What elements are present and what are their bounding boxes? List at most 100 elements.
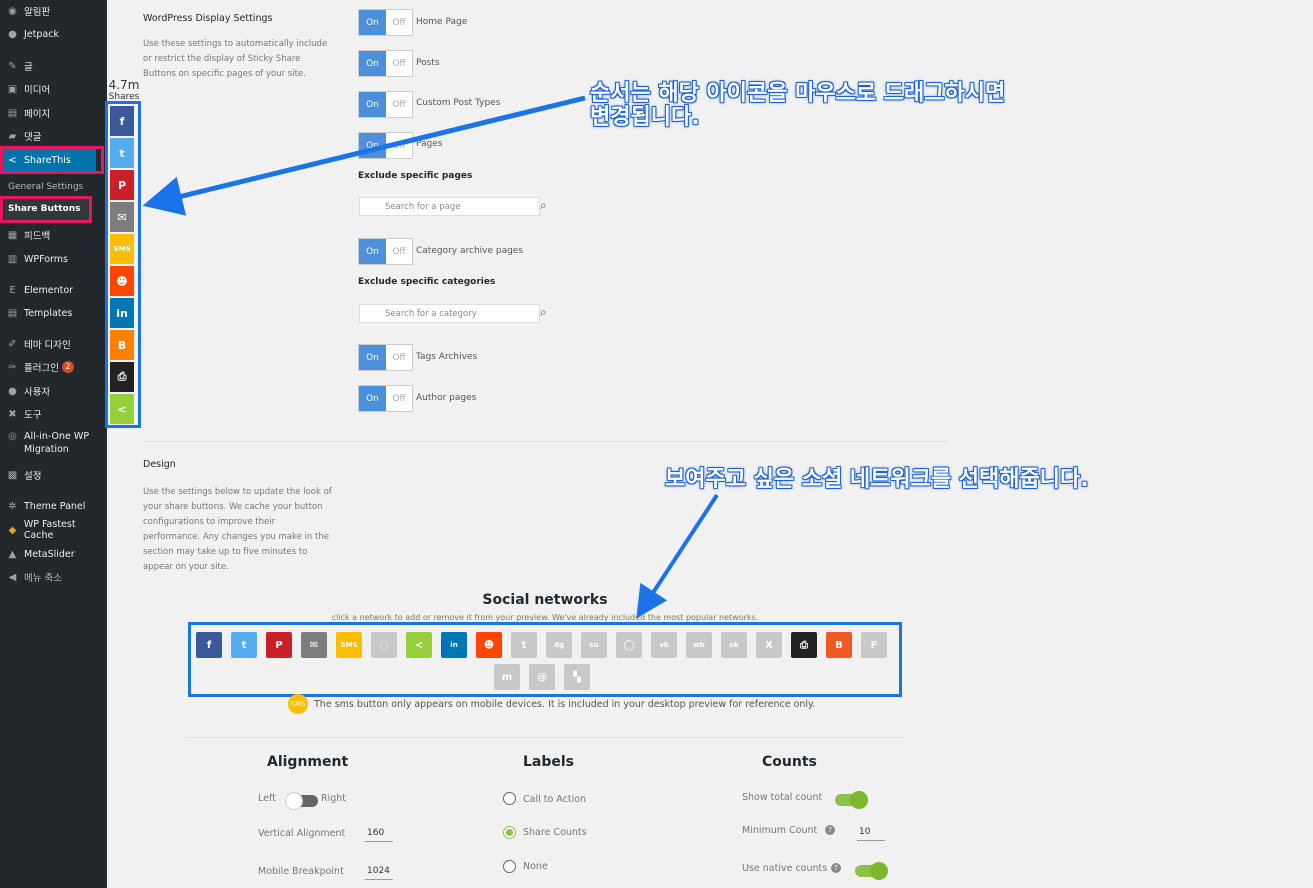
- network-stumbleupon-button[interactable]: su: [581, 632, 607, 658]
- collapse-menu-button[interactable]: ◀ 메뉴 축소: [0, 566, 107, 588]
- help-icon[interactable]: ?: [825, 825, 835, 835]
- sidebar-item-feedback[interactable]: ▦ 피드백: [0, 224, 107, 246]
- sidebar-item-tools[interactable]: ✖ 도구: [0, 403, 107, 425]
- toggle-author-pages[interactable]: On Off: [358, 385, 413, 412]
- label-none: None: [523, 861, 548, 872]
- sidebar-item-theme-panel[interactable]: ✲ Theme Panel: [0, 495, 107, 517]
- section-divider: [143, 441, 948, 442]
- radio-none[interactable]: [503, 860, 516, 873]
- network-linkedin-button[interactable]: in: [441, 632, 467, 658]
- network-sms-button[interactable]: SMS: [336, 632, 362, 658]
- sidebar-item-settings[interactable]: ▩ 설정: [0, 464, 107, 486]
- sidebar-item-migration[interactable]: ◎ All-in-One WP Migration: [0, 430, 107, 460]
- submenu-general-settings[interactable]: General Settings: [8, 182, 83, 192]
- network-blogger-button[interactable]: B: [826, 632, 852, 658]
- sidebar-item-plugins[interactable]: ✑ 플러그인 2: [0, 356, 107, 378]
- search-icon[interactable]: ⌕: [540, 305, 554, 319]
- network-digg-button[interactable]: dg: [546, 632, 572, 658]
- sidebar-item-wpforms[interactable]: ▥ WPForms: [0, 248, 107, 270]
- sidebar-item-label: MetaSlider: [24, 548, 75, 560]
- network-delicious-button[interactable]: ▚: [564, 664, 590, 690]
- show-total-count-switch[interactable]: [835, 791, 868, 809]
- toggle-pages[interactable]: On Off: [358, 132, 413, 159]
- sidebar-item-jetpack[interactable]: ● Jetpack: [0, 23, 107, 45]
- network-meneame-button[interactable]: m: [494, 664, 520, 690]
- sidebar-item-label: 댓글: [24, 132, 42, 143]
- sticky-facebook-button[interactable]: f: [110, 106, 134, 136]
- network-pinterest-button[interactable]: P: [266, 632, 292, 658]
- network-odnoklassniki-button[interactable]: ok: [721, 632, 747, 658]
- native-counts-switch[interactable]: [855, 862, 888, 880]
- toggle-custom-post-types[interactable]: On Off: [358, 91, 413, 118]
- network-reddit-button[interactable]: ☻: [476, 632, 502, 658]
- search-category-input[interactable]: Search for a category: [359, 304, 540, 323]
- sticky-email-button[interactable]: ✉: [110, 202, 134, 232]
- sidebar-item-media[interactable]: ▣ 미디어: [0, 78, 107, 100]
- mobile-breakpoint-input[interactable]: 1024: [365, 866, 393, 880]
- sticky-linkedin-button[interactable]: in: [110, 298, 134, 328]
- sidebar-item-users[interactable]: ● 사용자: [0, 380, 107, 402]
- sticky-reddit-button[interactable]: ☻: [110, 266, 134, 296]
- annotation-arrows: [142, 95, 719, 619]
- toggle-tags-archives[interactable]: On Off: [358, 344, 413, 371]
- sidebar-item-wp-fastest-cache[interactable]: ◆ WP Fastest Cache: [0, 519, 107, 541]
- annotation-drag-order: 순서는 해당 아이콘을 마우스로 드래그하시면 변경됩니다.: [590, 82, 1005, 130]
- design-description: Use the settings below to update the loo…: [143, 487, 332, 572]
- sidebar-item-label: 설정: [24, 471, 42, 482]
- network-print-button[interactable]: ⎙: [791, 632, 817, 658]
- social-networks-title: Social networks: [482, 592, 608, 608]
- toggle-on: On: [359, 239, 386, 264]
- radio-call-to-action[interactable]: [503, 792, 516, 805]
- network-xing-button[interactable]: X: [756, 632, 782, 658]
- toggle-label-posts: Posts: [416, 58, 440, 68]
- toggle-home-page[interactable]: On Off: [358, 9, 413, 36]
- search-page-input[interactable]: Search for a page: [359, 197, 540, 216]
- radio-share-counts[interactable]: [503, 826, 516, 839]
- network-messenger-button[interactable]: ◌: [371, 632, 397, 658]
- sticky-sms-button[interactable]: SMS: [110, 234, 134, 264]
- network-vk-button[interactable]: vk: [651, 632, 677, 658]
- network-email-button[interactable]: ✉: [301, 632, 327, 658]
- mobile-breakpoint-label: Mobile Breakpoint: [258, 866, 344, 877]
- network-whatsapp-button[interactable]: ◯: [616, 632, 642, 658]
- sidebar-item-metaslider[interactable]: ▲ MetaSlider: [0, 543, 107, 565]
- network-sharethis-button[interactable]: <: [406, 632, 432, 658]
- network-flipboard-button[interactable]: F: [861, 632, 887, 658]
- toggle-on: On: [359, 386, 386, 411]
- sidebar-item-templates[interactable]: ▤ Templates: [0, 302, 107, 324]
- toggle-off: Off: [392, 393, 406, 404]
- network-weibo-button[interactable]: wb: [686, 632, 712, 658]
- user-icon: ●: [8, 385, 17, 397]
- dashboard-icon: ◉: [8, 5, 17, 17]
- network-twitter-button[interactable]: t: [231, 632, 257, 658]
- search-icon[interactable]: ⌕: [540, 198, 554, 212]
- vertical-alignment-input[interactable]: 160: [365, 828, 393, 842]
- sticky-share-count: 4.7m Shares: [106, 78, 142, 102]
- network-mailru-button[interactable]: @: [529, 664, 555, 690]
- alignment-switch[interactable]: [285, 792, 318, 810]
- sidebar-item-comments[interactable]: ▰ 댓글: [0, 125, 107, 147]
- sidebar-item-appearance[interactable]: ✐ 테마 디자인: [0, 333, 107, 355]
- toggle-on: On: [359, 133, 386, 158]
- share-count-value: 4.7m: [108, 78, 140, 92]
- alignment-title: Alignment: [267, 754, 349, 770]
- sticky-print-button[interactable]: ⎙: [110, 362, 134, 392]
- sidebar-item-label: 사용자: [24, 387, 51, 398]
- switch-knob: [870, 862, 888, 880]
- sticky-pinterest-button[interactable]: P: [110, 170, 134, 200]
- sidebar-item-elementor[interactable]: E Elementor: [0, 279, 107, 301]
- sticky-blogger-button[interactable]: B: [110, 330, 134, 360]
- network-tumblr-button[interactable]: t: [511, 632, 537, 658]
- sidebar-item-pages[interactable]: ▤ 페이지: [0, 102, 107, 124]
- sidebar-item-posts[interactable]: ✎ 글: [0, 55, 107, 77]
- sticky-share-bar: f t P ✉ SMS ☻ in B ⎙ <: [105, 101, 141, 428]
- toggle-category-archive[interactable]: On Off: [358, 238, 413, 265]
- sidebar-item-label: WPForms: [24, 253, 69, 265]
- minimum-count-input[interactable]: 10: [857, 827, 885, 841]
- sidebar-item-dashboard[interactable]: ◉ 알림판: [0, 0, 107, 22]
- help-icon[interactable]: ?: [831, 863, 841, 873]
- toggle-posts[interactable]: On Off: [358, 50, 413, 77]
- sticky-sharethis-button[interactable]: <: [110, 394, 134, 424]
- network-facebook-button[interactable]: f: [196, 632, 222, 658]
- sticky-twitter-button[interactable]: t: [110, 138, 134, 168]
